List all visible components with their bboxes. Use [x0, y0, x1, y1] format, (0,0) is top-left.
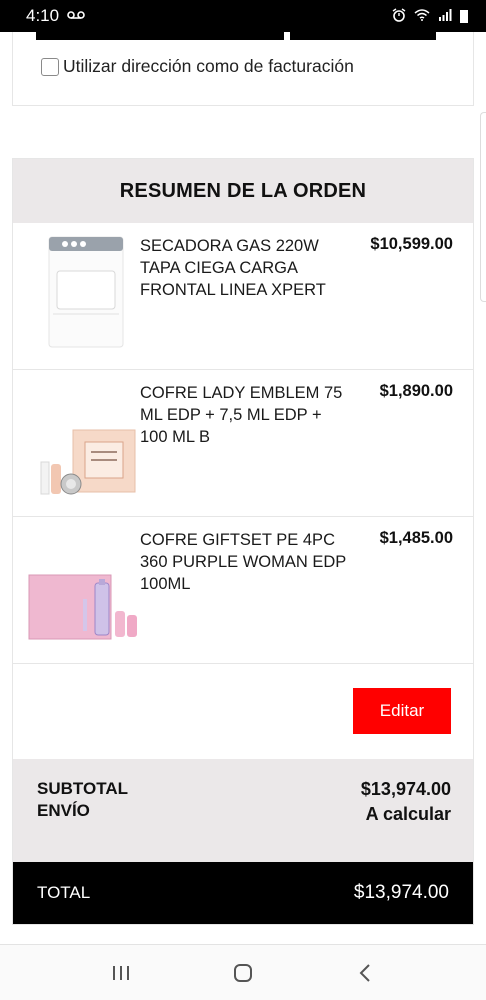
- battery-icon: [460, 9, 468, 23]
- billing-checkbox[interactable]: [41, 57, 59, 76]
- voicemail-icon: [67, 9, 85, 23]
- status-bar: 4:10: [0, 0, 486, 32]
- status-time: 4:10: [26, 6, 60, 25]
- total-value: $13,974.00: [353, 882, 449, 903]
- subtotal-value: $13,974.00: [360, 779, 451, 799]
- order-item: COFRE LADY EMBLEM 75 ML EDP + 7,5 ML EDP…: [13, 370, 473, 517]
- item-price: $1,485.00: [379, 529, 453, 547]
- alarm-icon: [392, 7, 406, 25]
- totals-box: SUBTOTAL $13,974.00 ENVÍO A calcular: [13, 759, 473, 862]
- summary-title: RESUMEN DE LA ORDEN: [13, 159, 473, 223]
- edit-button[interactable]: Editar: [353, 688, 451, 734]
- item-price: $1,890.00: [379, 382, 453, 400]
- order-summary: RESUMEN DE LA ORDEN SECADORA GAS 220W TA…: [12, 158, 474, 925]
- item-price: $10,599.00: [370, 235, 453, 253]
- home-icon[interactable]: [223, 953, 263, 993]
- item-name: COFRE GIFTSET PE 4PC 360 PURPLE WOMAN ED…: [140, 531, 347, 593]
- wifi-icon: [414, 8, 430, 24]
- billing-checkbox-label: Utilizar dirección como de facturación: [63, 56, 354, 76]
- scroll-indicator[interactable]: [480, 112, 486, 302]
- recents-icon[interactable]: [101, 953, 141, 993]
- perfume-gift-set-image: [27, 529, 141, 649]
- subtotal-label: SUBTOTAL: [37, 779, 128, 798]
- shipping-value: A calcular: [365, 804, 451, 824]
- total-label: TOTAL: [37, 883, 91, 902]
- item-name: COFRE LADY EMBLEM 75 ML EDP + 7,5 ML EDP…: [140, 384, 343, 446]
- shipping-label: ENVÍO: [37, 801, 90, 820]
- total-bar: TOTAL $13,974.00: [13, 862, 473, 924]
- order-item: COFRE GIFTSET PE 4PC 360 PURPLE WOMAN ED…: [13, 517, 473, 664]
- navigation-bar: [0, 944, 486, 1000]
- signal-icon: [438, 8, 452, 24]
- billing-option[interactable]: Utilizar dirección como de facturación: [41, 56, 354, 77]
- billing-card: Utilizar dirección como de facturación: [12, 32, 474, 106]
- back-icon[interactable]: [345, 953, 385, 993]
- order-item: SECADORA GAS 220W TAPA CIEGA CARGA FRONT…: [13, 223, 473, 370]
- perfume-gift-set-image: [27, 382, 141, 502]
- dryer-image: [27, 235, 141, 355]
- item-name: SECADORA GAS 220W TAPA CIEGA CARGA FRONT…: [140, 237, 326, 299]
- edit-area: Editar: [13, 664, 473, 759]
